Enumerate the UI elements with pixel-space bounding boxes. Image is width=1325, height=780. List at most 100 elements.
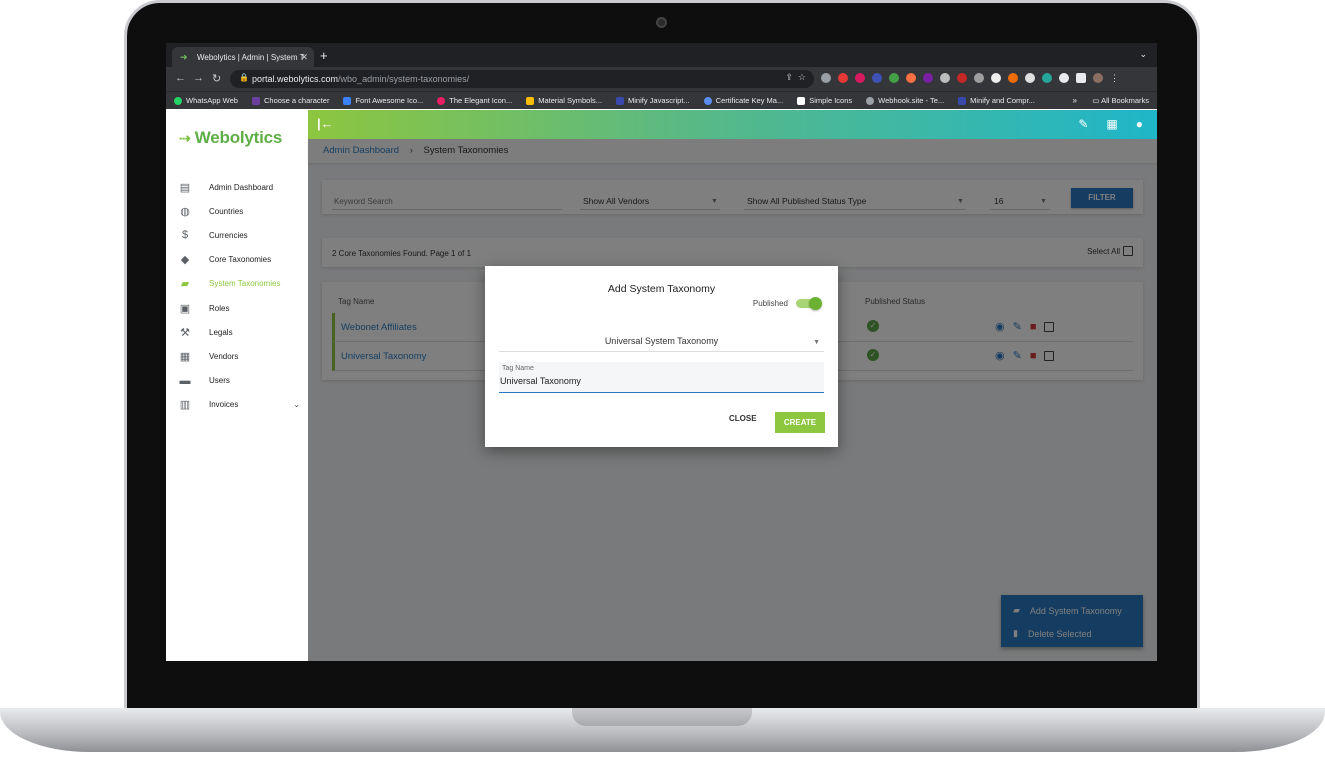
extension-icon[interactable]	[1008, 73, 1018, 83]
reload-icon[interactable]: ↻	[212, 72, 221, 85]
screen: ➜ Webolytics | Admin | System T ✕ + ⌄ ← …	[166, 43, 1157, 661]
bookmark-item[interactable]: The Elegant Icon...	[437, 96, 512, 105]
sidepanel-icon[interactable]	[1076, 73, 1086, 83]
bookmark-item[interactable]: Font Awesome Ico...	[343, 96, 423, 105]
wrench-icon[interactable]: ✎	[1078, 117, 1088, 131]
forward-icon[interactable]: →	[193, 72, 204, 84]
extension-icon[interactable]	[889, 73, 899, 83]
url-host: portal.webolytics.com	[252, 74, 339, 84]
address-bar[interactable]: 🔒 portal.webolytics.com/wbo_admin/system…	[230, 70, 814, 88]
sidebar-item-roles[interactable]: ▣ Roles	[166, 296, 308, 320]
bookmarks-overflow-button[interactable]: »	[1073, 96, 1077, 105]
bookmark-star-icon[interactable]: ⇪ ☆	[785, 72, 806, 83]
extension-icon[interactable]	[923, 73, 933, 83]
webhook-icon	[866, 96, 875, 105]
extension-icon[interactable]	[838, 73, 848, 83]
extension-icon[interactable]	[872, 73, 882, 83]
extension-icon[interactable]	[1025, 73, 1035, 83]
tag-name-field: Tag Name	[499, 362, 824, 393]
extension-icon[interactable]	[940, 73, 950, 83]
whatsapp-icon	[174, 96, 182, 105]
logo-arrow-icon: ⇢	[179, 129, 191, 146]
all-bookmarks-button[interactable]: ▭ All Bookmarks	[1092, 96, 1149, 105]
laptop-notch	[572, 708, 752, 726]
wallet-icon: ▥	[179, 399, 191, 412]
sidebar-item-vendors[interactable]: ▦ Vendors	[166, 344, 308, 368]
flag-icon	[343, 96, 352, 105]
create-button[interactable]: CREATE	[775, 412, 825, 433]
logo[interactable]: ⇢ Webolytics	[179, 128, 282, 148]
taxonomy-type-select[interactable]: Universal System Taxonomy ▼	[499, 332, 824, 352]
tag-icon: ▰	[180, 278, 190, 291]
browser-toolbar: ← → ↻ 🔒 portal.webolytics.com/wbo_admin/…	[166, 67, 1157, 91]
caret-down-icon: ▼	[813, 339, 820, 346]
users-folder-icon: ▬	[179, 374, 191, 387]
bookmark-icon	[797, 96, 806, 105]
webolytics-favicon-icon: ➜	[180, 52, 188, 62]
top-actions: ✎ ▦ ●	[1078, 117, 1143, 131]
sidebar: ⇢ Webolytics ▤ Admin Dashboard ◍ Countries…	[166, 110, 308, 661]
bookmark-item[interactable]: Simple Icons	[797, 96, 852, 105]
bookmark-item[interactable]: WhatsApp Web	[174, 96, 238, 105]
app: ⇢ Webolytics ▤ Admin Dashboard ◍ Countries…	[166, 110, 1157, 661]
lock-icon: ▣	[179, 302, 191, 315]
extension-icon[interactable]	[974, 73, 984, 83]
sidebar-item-countries[interactable]: ◍ Countries	[166, 199, 308, 223]
dollar-icon: $	[181, 229, 189, 242]
kebab-menu-icon[interactable]: ⋮	[1110, 73, 1120, 83]
bookmark-icon	[437, 96, 446, 105]
bookmark-item[interactable]: Minify Javascript...	[616, 96, 690, 105]
bookmark-item[interactable]: Certificate Key Ma...	[703, 96, 783, 105]
globe-icon: ◍	[180, 205, 190, 218]
lock-icon: 🔒	[239, 73, 249, 82]
profile-avatar[interactable]	[1093, 73, 1103, 83]
extension-icon[interactable]	[821, 73, 831, 83]
bookmark-icon	[616, 96, 624, 105]
chevron-down-icon: ⌄	[293, 400, 300, 410]
extension-icon[interactable]	[855, 73, 865, 83]
sidebar-item-invoices[interactable]: ▥ Invoices ⌄	[166, 393, 308, 417]
add-system-taxonomy-dialog: Add System Taxonomy Published Universal …	[485, 266, 838, 447]
url-path: /wbo_admin/system-taxonomies/	[338, 74, 470, 84]
sidebar-item-users[interactable]: ▬ Users	[166, 369, 308, 393]
browser-tabbar: ➜ Webolytics | Admin | System T ✕ + ⌄	[166, 43, 1157, 67]
bookmark-item[interactable]: Choose a character	[251, 96, 329, 105]
extension-icon[interactable]	[957, 73, 967, 83]
dashboard-icon: ▤	[179, 181, 191, 194]
published-toggle[interactable]	[796, 296, 822, 310]
sidebar-item-currencies[interactable]: $ Currencies	[166, 223, 308, 247]
gavel-icon: ⚒	[180, 326, 190, 339]
close-tab-icon[interactable]: ✕	[300, 52, 308, 63]
building-icon: ▦	[179, 350, 191, 363]
bookmark-icon	[958, 96, 967, 105]
browser-tab[interactable]: ➜ Webolytics | Admin | System T ✕	[172, 47, 314, 67]
extension-icon[interactable]	[906, 73, 916, 83]
bookmark-item[interactable]: Minify and Compr...	[958, 96, 1035, 105]
bookmark-icon	[251, 96, 260, 105]
new-tab-button[interactable]: +	[320, 48, 328, 63]
sidebar-item-core-taxonomies[interactable]: ◆ Core Taxonomies	[166, 248, 308, 272]
dialog-title: Add System Taxonomy	[607, 283, 716, 295]
back-icon[interactable]: ←	[175, 72, 186, 84]
extension-icon[interactable]	[1042, 73, 1052, 83]
published-toggle-row: Published	[753, 296, 822, 310]
bookmark-item[interactable]: Material Symbols...	[526, 96, 602, 105]
top-app-bar: |← ✎ ▦ ●	[308, 110, 1157, 139]
extensions-bar: ⋮	[821, 73, 1120, 83]
shield-icon	[703, 96, 712, 105]
tab-search-icon[interactable]: ⌄	[1139, 49, 1147, 60]
tag-name-input[interactable]	[500, 374, 820, 388]
webcam	[656, 17, 667, 28]
bookmark-item[interactable]: Webhook.site - Te...	[866, 96, 944, 105]
sidebar-item-system-taxonomies[interactable]: ▰ System Taxonomies	[166, 272, 308, 296]
sidebar-item-legals[interactable]: ⚒ Legals	[166, 320, 308, 344]
extension-icon[interactable]	[991, 73, 1001, 83]
collapse-sidebar-icon[interactable]: |←	[317, 116, 334, 131]
grid-icon[interactable]: ▦	[1106, 117, 1117, 131]
puzzle-icon[interactable]	[1059, 73, 1069, 83]
tags-icon: ◆	[180, 254, 190, 267]
close-button[interactable]: CLOSE	[729, 414, 757, 423]
sidebar-item-admin-dashboard[interactable]: ▤ Admin Dashboard	[166, 175, 308, 199]
user-icon[interactable]: ●	[1136, 117, 1143, 131]
material-icon	[526, 96, 535, 105]
